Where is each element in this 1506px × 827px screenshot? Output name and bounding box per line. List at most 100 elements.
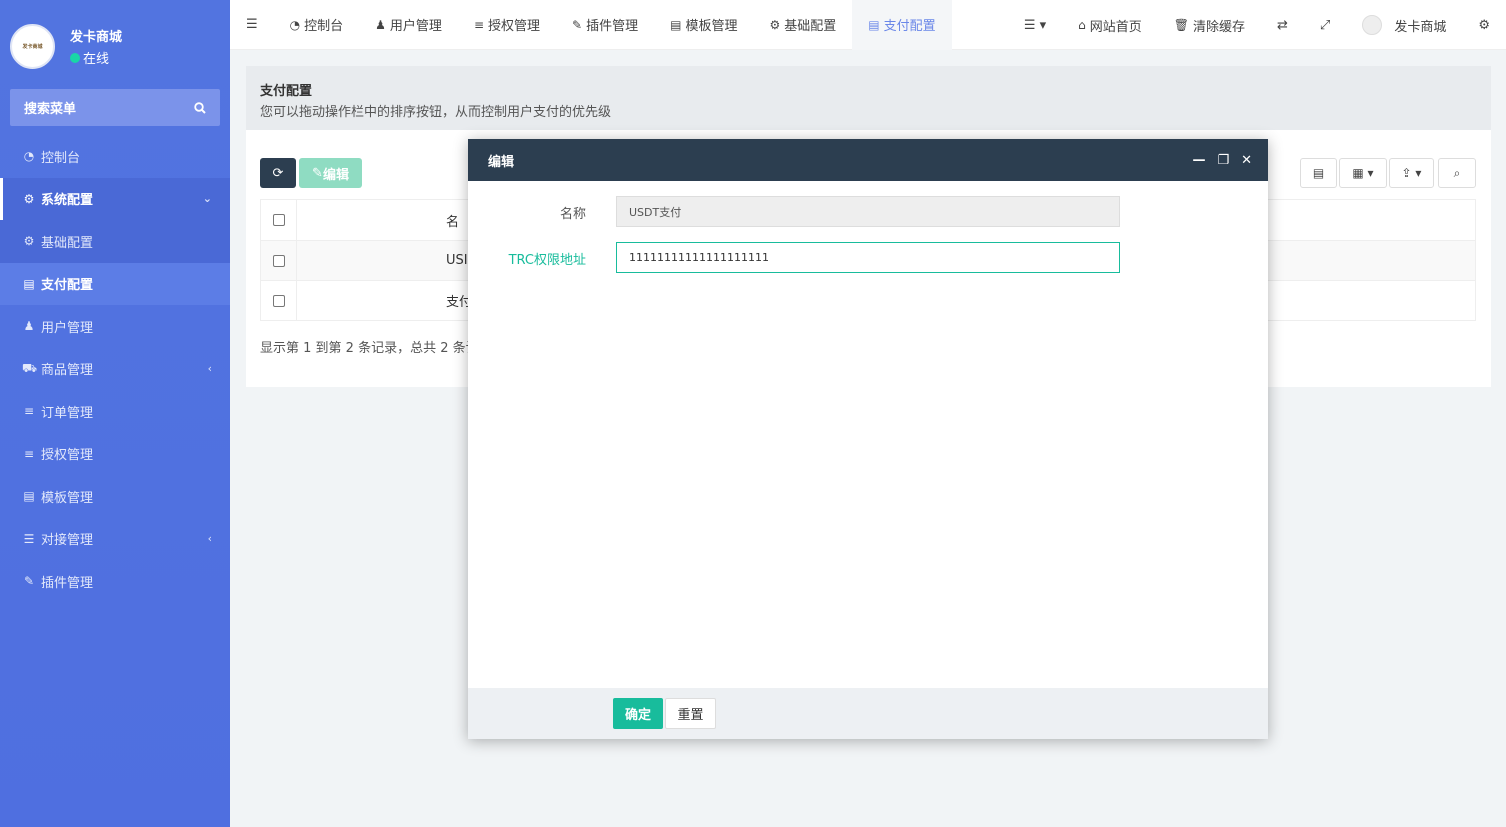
sidebar-item-basic-config[interactable]: ⚙ 基础配置 (0, 220, 230, 263)
tab-label: 用户管理 (389, 19, 442, 34)
search-placeholder: 搜索菜单 (24, 102, 77, 117)
form-row-trc-address: TRC权限地址 11111111111111111111 (468, 242, 1268, 273)
search-icon: ⌕ (1453, 165, 1461, 180)
search-button[interactable]: ⌕ (1438, 158, 1476, 188)
select-all-cell (261, 200, 297, 240)
status-label: 在线 (83, 52, 110, 67)
maximize-icon[interactable]: ❐ (1217, 153, 1229, 168)
gear-icon: ⚙ (23, 234, 35, 249)
cart-icon: ⛟ (22, 360, 38, 375)
user-name: 发卡商城 (70, 30, 123, 45)
more-menu-button[interactable]: ☰ ▾ (1008, 0, 1062, 50)
dialog-title: 编辑 (488, 154, 515, 170)
trc-address-label: TRC权限地址 (508, 253, 586, 268)
tab-basic-config[interactable]: ⚙ 基础配置 (753, 0, 852, 50)
sidebar-search-input[interactable]: 搜索菜单 (10, 89, 220, 126)
user-status: 在线 (70, 48, 109, 67)
user-icon: ♟ (375, 17, 386, 32)
sidebar-item-licenses[interactable]: ≡ 授权管理 (0, 433, 230, 476)
row-select-cell (261, 241, 297, 280)
tab-label: 模板管理 (685, 19, 738, 34)
close-icon[interactable]: ✕ (1241, 153, 1252, 168)
tab-templates[interactable]: ▤ 模板管理 (654, 0, 753, 50)
sidebar-item-plugins[interactable]: ✎ 插件管理 (0, 560, 230, 603)
list-icon: ▤ (23, 489, 35, 504)
page-description: 您可以拖动操作栏中的排序按钮，从而控制用户支付的优先级 (260, 105, 612, 120)
fullscreen-button[interactable]: ⤢ (1304, 0, 1346, 50)
user-menu[interactable]: 发卡商城 (1346, 0, 1462, 50)
sidebar-item-dashboard[interactable]: ◔ 控制台 (0, 135, 230, 178)
navbar-right: ☰ ▾ ⌂ 网站首页 🗑 清除缓存 ⇄ ⤢ 发卡商城 ⚙ (1008, 0, 1506, 50)
refresh-button[interactable]: ⟳ (260, 158, 296, 188)
sidebar-item-payment-config[interactable]: ▤ 支付配置 (0, 262, 230, 305)
columns-button[interactable]: ▦ ▾ (1339, 158, 1387, 188)
dialog-header: 编辑 — ❐ ✕ (468, 139, 1268, 181)
tab-plugins[interactable]: ✎ 插件管理 (556, 0, 654, 50)
sidebar-item-orders[interactable]: ≡ 订单管理 (0, 390, 230, 433)
name-label: 名称 (559, 207, 586, 222)
logo: 发卡商城 (22, 43, 43, 50)
hamburger-icon: ☰ (246, 17, 258, 32)
dialog-controls: — ❐ ✕ (1192, 139, 1252, 181)
tab-dashboard[interactable]: ◔ 控制台 (274, 0, 360, 50)
export-button[interactable]: ⇪ ▾ (1389, 158, 1434, 188)
reset-button[interactable]: 重置 (665, 698, 716, 729)
content-header: 支付配置 您可以拖动操作栏中的排序按钮，从而控制用户支付的优先级 (246, 66, 1491, 130)
settings-button[interactable]: ⚙ (1462, 0, 1506, 50)
sidebar-item-label: 订单管理 (41, 405, 94, 421)
edit-button[interactable]: ✎ 编辑 (299, 158, 362, 188)
sidebar-item-products[interactable]: ⛟ 商品管理 ‹ (0, 348, 230, 391)
user-menu-label: 发卡商城 (1394, 19, 1447, 35)
grid-icon: ▦ ▾ (1352, 166, 1374, 180)
sidebar-item-users[interactable]: ♟ 用户管理 (0, 305, 230, 348)
list-icon: ▤ (670, 17, 682, 32)
export-icon: ⇪ ▾ (1401, 166, 1422, 180)
plug-icon: ✎ (572, 17, 583, 32)
minimize-icon[interactable]: — (1192, 153, 1205, 168)
gear-icon: ⚙ (769, 17, 781, 32)
row-checkbox[interactable] (272, 254, 285, 267)
home-label: 网站首页 (1089, 19, 1142, 35)
tab-payment-config[interactable]: ▤ 支付配置 (852, 0, 952, 50)
sidebar-item-templates[interactable]: ▤ 模板管理 (0, 475, 230, 518)
toggle-view-button[interactable]: ▤ (1300, 158, 1337, 188)
plug-icon: ✎ (23, 574, 35, 589)
search-icon[interactable] (194, 101, 206, 114)
home-icon: ⌂ (1078, 18, 1086, 32)
tab-licenses[interactable]: ≡ 授权管理 (458, 0, 556, 50)
edit-button-label: 编辑 (322, 167, 349, 183)
sidebar-menu: ◔ 控制台 ⚙ 系统配置 ⌄ ⚙ 基础配置 ▤ 支付配置 ♟ 用户管理 ⛟ 商品… (0, 135, 230, 603)
sidebar-item-label: 系统配置 (41, 193, 94, 209)
trc-address-field[interactable]: 11111111111111111111 (616, 242, 1120, 273)
clear-cache-button[interactable]: 🗑 清除缓存 (1158, 0, 1261, 50)
sidebar-item-label: 基础配置 (41, 235, 94, 251)
chevron-left-icon: ‹ (207, 532, 212, 546)
page-title: 支付配置 (260, 84, 313, 99)
home-link[interactable]: ⌂ 网站首页 (1062, 0, 1158, 50)
avatar (1362, 15, 1383, 35)
row-checkbox[interactable] (272, 294, 285, 307)
sidebar-item-system-config[interactable]: ⚙ 系统配置 ⌄ (0, 177, 230, 220)
bars-icon: ≡ (23, 446, 35, 461)
avatar[interactable]: 发卡商城 (10, 24, 55, 69)
chevron-down-icon: ⌄ (202, 192, 212, 206)
confirm-button[interactable]: 确定 (613, 698, 663, 729)
user-panel: 发卡商城 发卡商城 在线 (0, 0, 230, 88)
dashboard-icon: ◔ (289, 17, 301, 32)
sliders-icon: ☰ (23, 531, 35, 546)
tab-label: 插件管理 (586, 19, 639, 34)
language-button[interactable]: ⇄ (1261, 0, 1304, 50)
top-navbar: ☰ ◔ 控制台 ♟ 用户管理 ≡ 授权管理 ✎ 插件管理 ▤ 模板管理 ⚙ 基础… (230, 0, 1506, 50)
list-icon: ▤ (1312, 166, 1325, 180)
select-all-checkbox[interactable] (272, 214, 285, 226)
sidebar-item-label: 模板管理 (41, 490, 94, 506)
clear-cache-label: 清除缓存 (1193, 19, 1246, 35)
sidebar-item-integrations[interactable]: ☰ 对接管理 ‹ (0, 518, 230, 561)
gear-icon: ⚙ (23, 191, 35, 206)
menu-toggle-button[interactable]: ☰ (230, 0, 274, 50)
name-field[interactable]: USDT支付 (616, 196, 1120, 227)
sidebar-item-label: 插件管理 (41, 575, 94, 591)
sidebar-item-label: 对接管理 (41, 533, 94, 549)
chevron-left-icon: ‹ (207, 362, 212, 376)
tab-users[interactable]: ♟ 用户管理 (359, 0, 458, 50)
